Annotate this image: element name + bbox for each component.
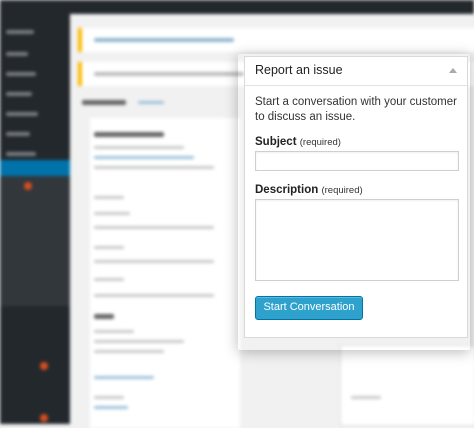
report-issue-popup: Report an issue Start a conversation wit… — [244, 56, 468, 338]
sidebar-item — [6, 52, 28, 56]
sidebar-item — [6, 30, 34, 34]
subject-label: Subject (required) — [255, 136, 341, 148]
popup-header: Report an issue — [245, 57, 467, 86]
sidebar-item — [6, 132, 30, 136]
sidebar-submenu — [0, 176, 70, 306]
sidebar-item — [6, 92, 32, 96]
subject-input[interactable] — [255, 151, 459, 171]
sidebar-item — [6, 112, 38, 116]
description-textarea[interactable] — [255, 199, 459, 281]
description-required: (required) — [321, 185, 363, 196]
admin-bar — [0, 0, 474, 14]
popup-intro-text: Start a conversation with your customer … — [255, 96, 457, 123]
start-conversation-button[interactable]: Start Conversation — [255, 296, 363, 320]
order-panel — [90, 118, 240, 428]
side-metabox — [340, 345, 474, 426]
description-label: Description (required) — [255, 184, 363, 196]
sidebar-active-item — [0, 160, 70, 176]
admin-notice — [78, 28, 474, 52]
popup-title: Report an issue — [255, 63, 343, 77]
sidebar-item — [6, 72, 36, 76]
subject-required: (required) — [299, 137, 341, 148]
description-label-text: Description — [255, 184, 319, 196]
subject-label-text: Subject — [255, 136, 297, 148]
update-badge — [24, 182, 32, 190]
update-badge — [40, 414, 48, 422]
sidebar-item — [6, 152, 36, 156]
update-badge — [40, 362, 48, 370]
caret-up-icon[interactable] — [449, 68, 457, 73]
